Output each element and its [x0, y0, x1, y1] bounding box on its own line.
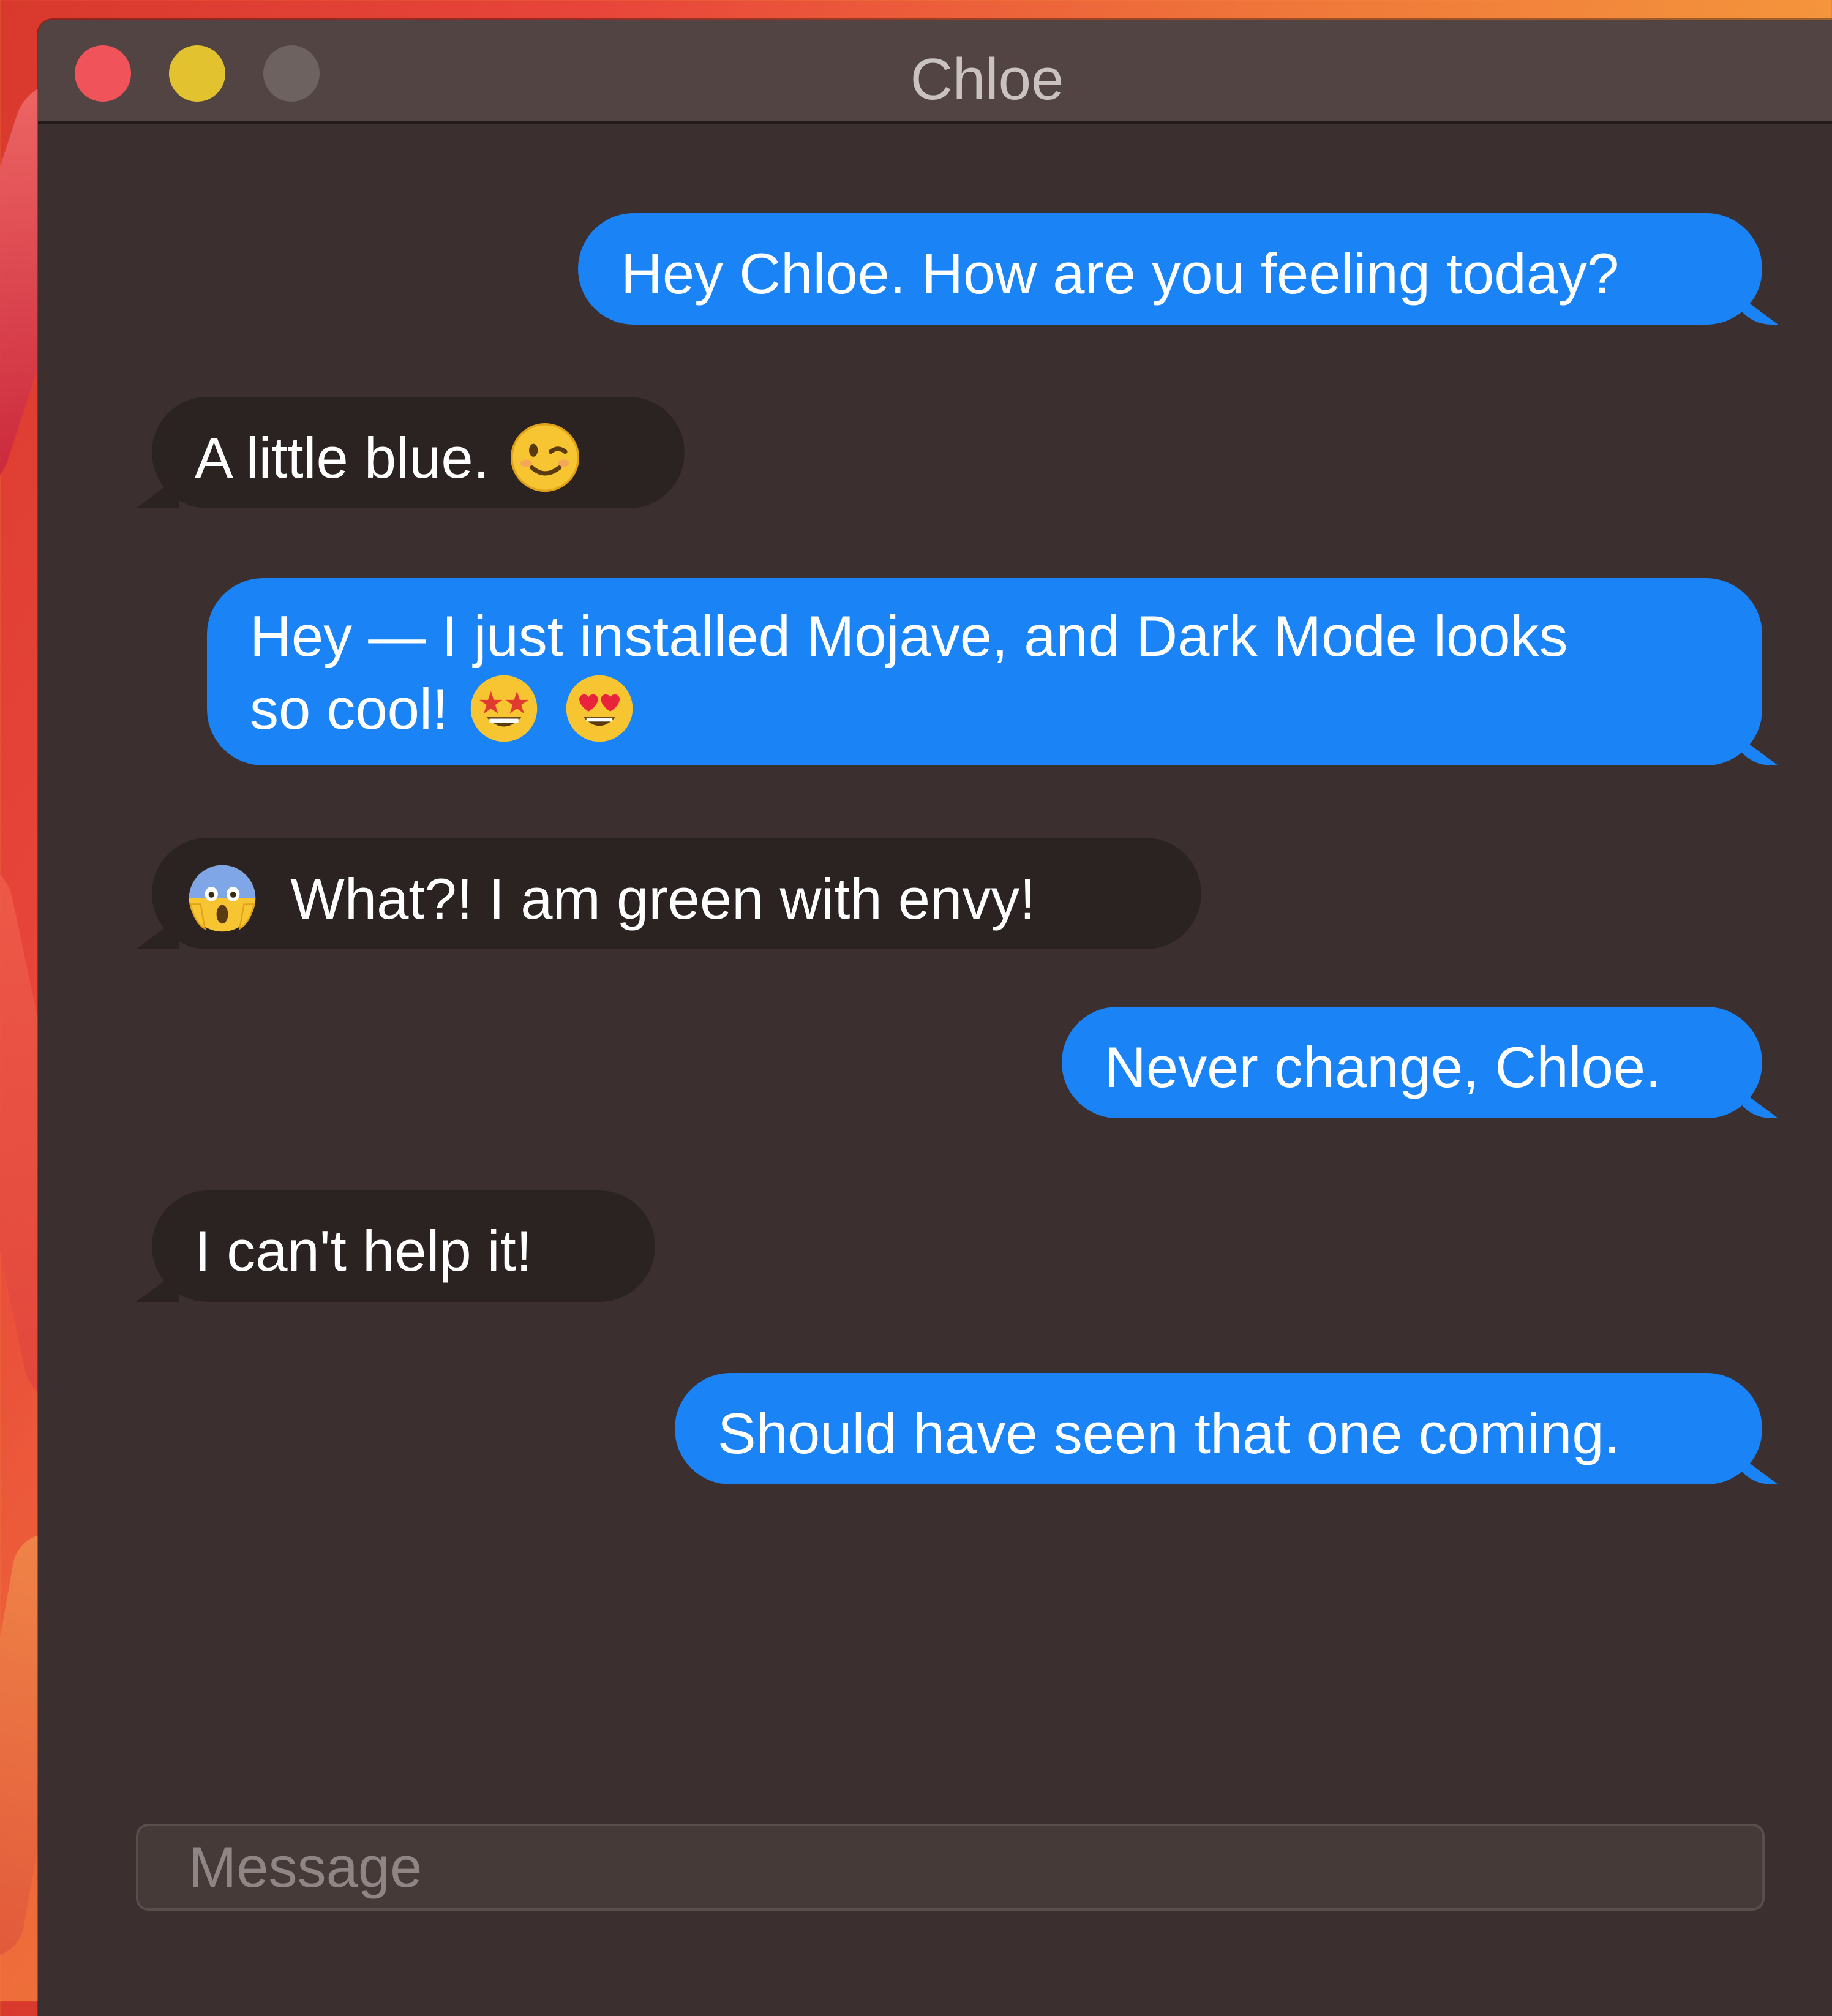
- minimize-button[interactable]: [169, 45, 225, 102]
- message-text: What?! I am green with envy!: [290, 867, 1036, 931]
- message-input[interactable]: Message: [136, 1824, 1765, 1911]
- zoom-button[interactable]: [263, 45, 320, 102]
- message-text-line: so cool!: [250, 672, 1719, 745]
- sent-message-bubble[interactable]: Never change, Chloe.: [1062, 1007, 1762, 1118]
- message-text: A little blue.: [195, 426, 489, 490]
- star-struck-emoji-icon: [470, 675, 538, 742]
- sent-message-bubble[interactable]: Hey — I just installed Mojave, and Dark …: [207, 578, 1762, 765]
- received-message-bubble[interactable]: What?! I am green with envy!: [152, 838, 1201, 949]
- received-message-bubble[interactable]: I can't help it!: [152, 1190, 655, 1302]
- message-text: I can't help it!: [195, 1219, 532, 1283]
- message-transcript[interactable]: Hey Chloe. How are you feeling today? A …: [38, 124, 1832, 1777]
- message-text: so cool!: [250, 677, 448, 741]
- sent-message-bubble[interactable]: Should have seen that one coming.: [675, 1373, 1762, 1484]
- title-bar[interactable]: Chloe: [38, 20, 1832, 124]
- message-text: Hey Chloe. How are you feeling today?: [621, 241, 1620, 306]
- window-title: Chloe: [910, 47, 1064, 112]
- message-input-placeholder: Message: [189, 1835, 422, 1899]
- face-screaming-in-fear-emoji-icon: [189, 865, 256, 932]
- winking-face-emoji-icon: [510, 423, 579, 492]
- heart-eyes-emoji-icon: [566, 675, 633, 742]
- messages-window: Chloe Hey Chloe. How are you feeling tod…: [38, 20, 1832, 2016]
- sent-message-bubble[interactable]: Hey Chloe. How are you feeling today?: [578, 213, 1762, 325]
- close-button[interactable]: [75, 45, 131, 102]
- message-text: Never change, Chloe.: [1105, 1035, 1662, 1099]
- message-text-line: Hey — I just installed Mojave, and Dark …: [250, 604, 1568, 668]
- received-message-bubble[interactable]: A little blue.: [152, 397, 685, 508]
- message-text: Should have seen that one coming.: [718, 1401, 1620, 1465]
